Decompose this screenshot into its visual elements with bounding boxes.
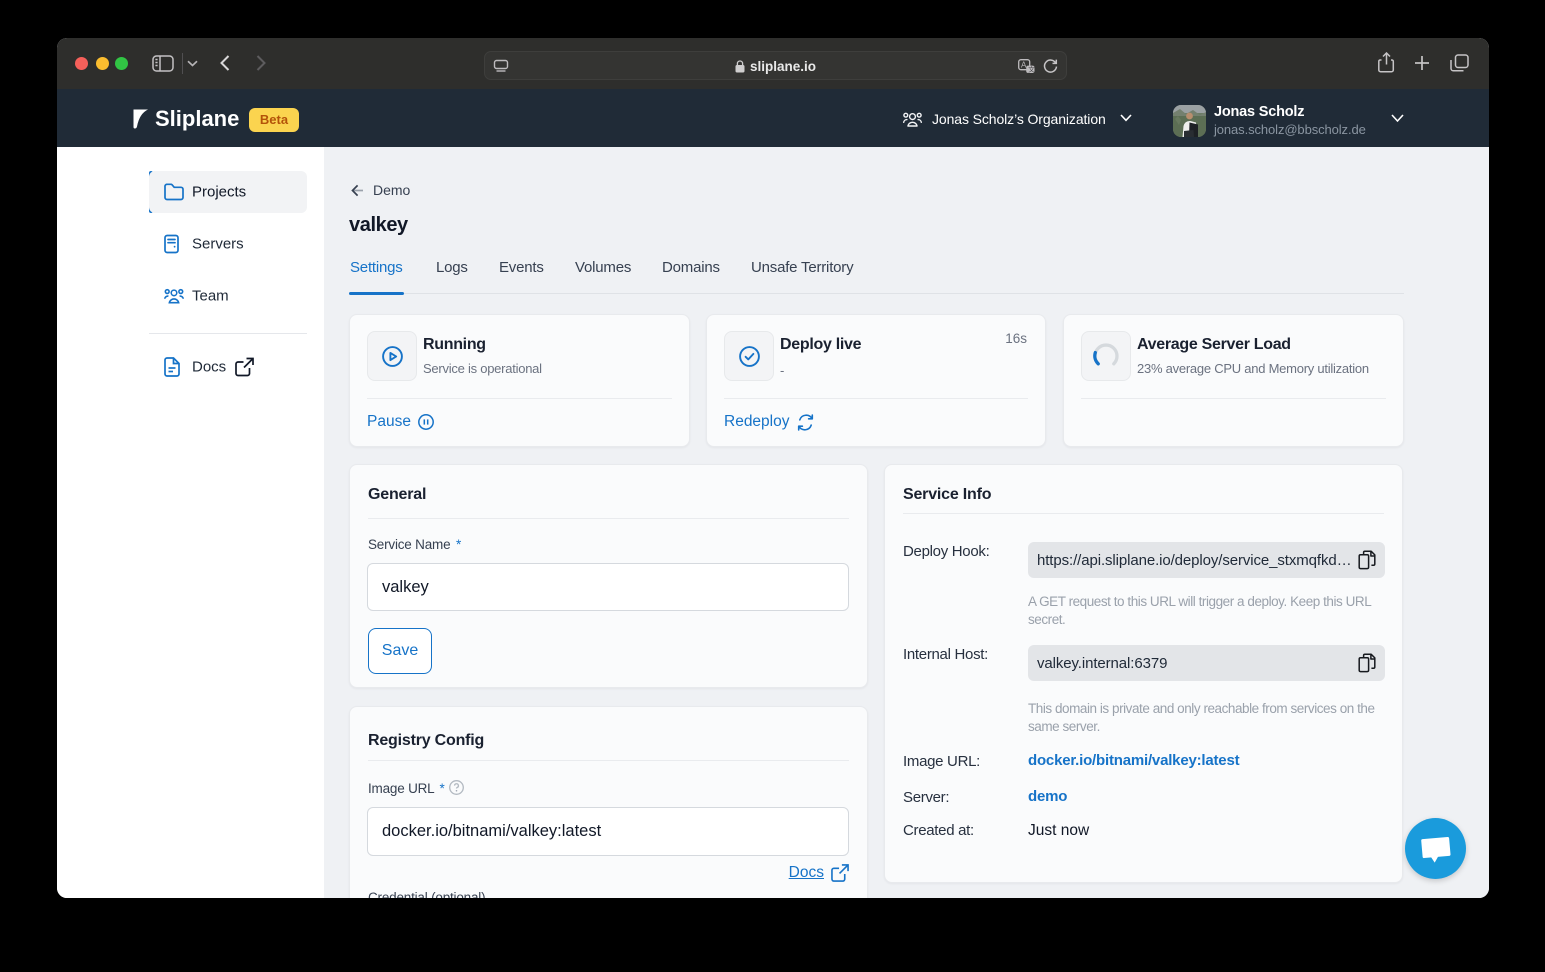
svg-text:文: 文 — [1028, 65, 1035, 74]
svg-text:A: A — [1021, 61, 1027, 70]
